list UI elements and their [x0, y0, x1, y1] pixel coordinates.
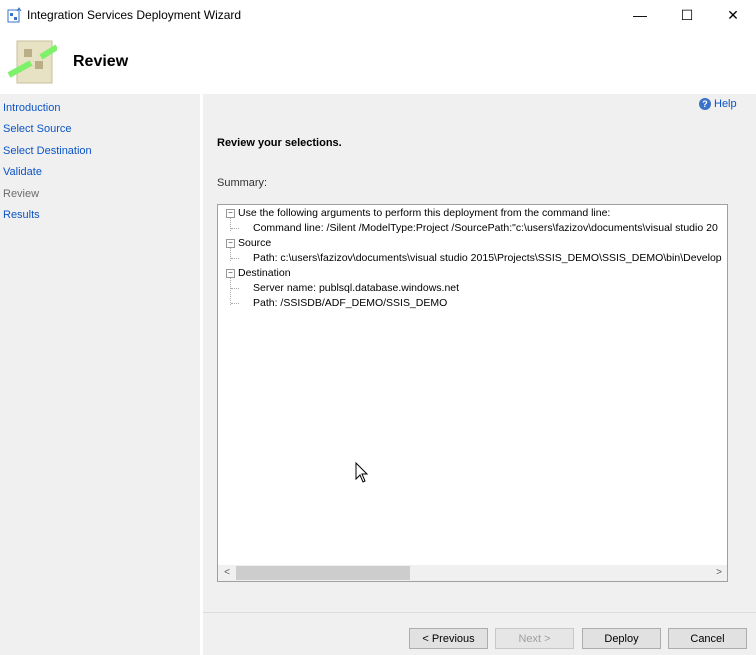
tree-item-command-line[interactable]: Command line: /Silent /ModelType:Project… — [253, 222, 718, 234]
help-label: Help — [714, 98, 737, 110]
nav-validate[interactable]: Validate — [3, 166, 42, 178]
nav-introduction[interactable]: Introduction — [3, 102, 60, 114]
summary-tree[interactable]: − Use the following arguments to perform… — [217, 204, 728, 582]
divider — [203, 612, 756, 613]
scrollbar-thumb[interactable] — [236, 566, 410, 580]
review-wizard-icon — [7, 40, 57, 84]
scroll-left-icon[interactable]: < — [219, 565, 235, 581]
close-button[interactable]: ✕ — [710, 0, 756, 30]
nav-select-destination[interactable]: Select Destination — [3, 145, 92, 157]
tree-node-destination[interactable]: Destination — [238, 267, 291, 279]
mouse-cursor-icon — [355, 462, 369, 483]
help-icon: ? — [699, 98, 711, 110]
summary-label: Summary: — [217, 177, 268, 189]
review-heading: Review your selections. — [217, 137, 342, 149]
cancel-button[interactable]: Cancel — [668, 628, 747, 649]
scroll-right-icon[interactable]: > — [711, 565, 727, 581]
tree-node-command-line[interactable]: Use the following arguments to perform t… — [238, 207, 610, 219]
previous-button[interactable]: < Previous — [409, 628, 488, 649]
tree-node-source[interactable]: Source — [238, 237, 271, 249]
tree-item-server-name[interactable]: Server name: publsql.database.windows.ne… — [253, 282, 459, 294]
wizard-nav: Introduction Select Source Select Destin… — [0, 94, 200, 655]
collapse-icon[interactable]: − — [226, 209, 235, 218]
help-link[interactable]: ? Help — [699, 98, 737, 110]
page-title: Review — [73, 53, 129, 70]
nav-select-source[interactable]: Select Source — [3, 123, 71, 135]
deploy-button[interactable]: Deploy — [582, 628, 661, 649]
next-button[interactable]: Next > — [495, 628, 574, 649]
nav-review: Review — [3, 188, 40, 200]
app-icon — [7, 7, 22, 23]
collapse-icon[interactable]: − — [226, 239, 235, 248]
tree-item-source-path[interactable]: Path: c:\users\fazizov\documents\visual … — [253, 252, 722, 264]
title-bar: Integration Services Deployment Wizard —… — [0, 0, 756, 30]
collapse-icon[interactable]: − — [226, 269, 235, 278]
maximize-button[interactable]: ☐ — [664, 0, 710, 30]
minimize-button[interactable]: — — [617, 0, 663, 30]
tree-item-destination-path[interactable]: Path: /SSISDB/ADF_DEMO/SSIS_DEMO — [253, 297, 447, 309]
nav-results[interactable]: Results — [3, 209, 40, 221]
window-title: Integration Services Deployment Wizard — [27, 8, 242, 22]
